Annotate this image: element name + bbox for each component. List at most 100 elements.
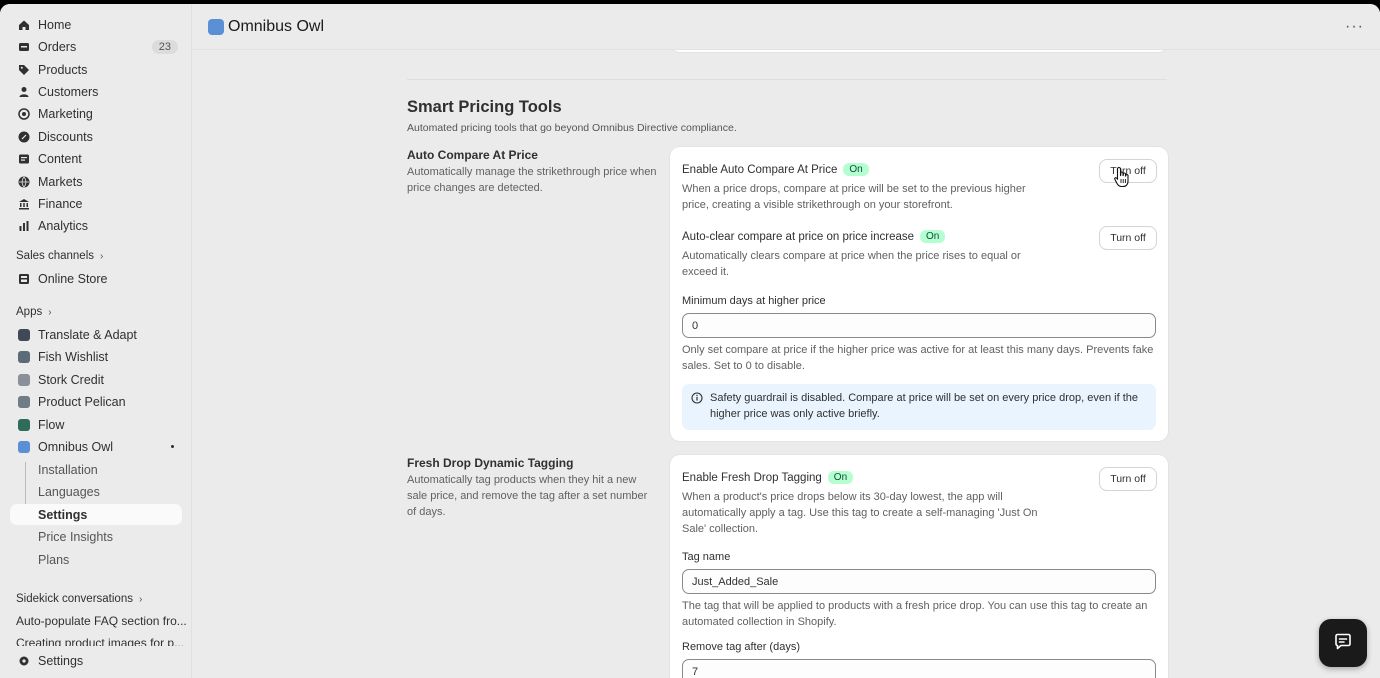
sidebar-item-markets[interactable]: Markets bbox=[10, 171, 182, 192]
subitem-label: Plans bbox=[38, 552, 70, 567]
chat-button[interactable] bbox=[1319, 619, 1367, 667]
sidebar-item-orders[interactable]: Orders 23 bbox=[10, 36, 182, 57]
fish-app-icon bbox=[18, 350, 30, 363]
sidebar-item-fish-wishlist[interactable]: Fish Wishlist bbox=[10, 346, 182, 367]
content-icon bbox=[18, 153, 30, 165]
sidebar-item-label: Product Pelican bbox=[38, 394, 126, 409]
sidebar-item-label: Analytics bbox=[38, 218, 89, 233]
enable-auto-compare-label: Enable Auto Compare At Price bbox=[682, 163, 838, 176]
autoclear-desc: Automatically clears compare at price wh… bbox=[682, 250, 1021, 278]
fresh-drop-card: Enable Fresh Drop Tagging On When a prod… bbox=[670, 455, 1168, 678]
sidebar-item-stork-credit[interactable]: Stork Credit bbox=[10, 369, 182, 390]
pelican-app-icon bbox=[18, 395, 30, 408]
chevron-right-icon: › bbox=[48, 306, 52, 318]
tag-name-help: The tag that will be applied to products… bbox=[682, 600, 1148, 628]
sidebar-item-product-pelican[interactable]: Product Pelican bbox=[10, 391, 182, 412]
ellipsis-icon[interactable]: ··· bbox=[1345, 18, 1364, 36]
sidebar-item-label: Stork Credit bbox=[38, 372, 104, 387]
safety-guardrail-banner: Safety guardrail is disabled. Compare at… bbox=[682, 384, 1156, 430]
sidebar-item-label: Products bbox=[38, 62, 88, 77]
sidebar-item-online-store[interactable]: Online Store bbox=[10, 268, 182, 289]
status-badge: On bbox=[827, 471, 854, 484]
sidekick-conversation-item[interactable]: Creating product images for p... bbox=[16, 636, 184, 646]
sidebar-subitem-plans[interactable]: Plans bbox=[10, 549, 182, 570]
sidebar-item-omnibus-owl[interactable]: Omnibus Owl bbox=[10, 436, 182, 457]
sales-channels-label: Sales channels bbox=[16, 250, 94, 262]
sidebar-item-label: Fish Wishlist bbox=[38, 349, 109, 364]
pin-dot-icon bbox=[171, 445, 174, 448]
enable-auto-compare-desc: When a price drops, compare at price wil… bbox=[682, 183, 1026, 211]
orders-count-badge: 23 bbox=[151, 39, 178, 54]
sidebar-item-label: Online Store bbox=[38, 271, 108, 286]
turn-off-fresh-drop-button[interactable]: Turn off bbox=[1100, 468, 1156, 490]
info-icon bbox=[691, 392, 703, 404]
store-icon bbox=[18, 273, 30, 285]
sidebar-subitem-price-insights[interactable]: Price Insights bbox=[10, 526, 182, 547]
sidebar-item-analytics[interactable]: Analytics bbox=[10, 215, 182, 236]
subitem-label: Settings bbox=[38, 507, 88, 522]
tag-name-input[interactable]: Just_Added_Sale bbox=[682, 569, 1156, 594]
sidebar-item-label: Orders bbox=[38, 39, 77, 54]
sidebar-item-customers[interactable]: Customers bbox=[10, 81, 182, 102]
auto-compare-desc: Automatically manage the strikethrough p… bbox=[407, 166, 657, 194]
enable-auto-compare-row: Enable Auto Compare At Price On bbox=[682, 163, 869, 176]
chevron-right-icon: › bbox=[100, 250, 104, 262]
main-content: Smart Pricing Tools Automated pricing to… bbox=[192, 4, 1380, 678]
subitem-label: Languages bbox=[38, 484, 100, 499]
tag-name-label: Tag name bbox=[682, 551, 731, 563]
chevron-right-icon: › bbox=[138, 593, 143, 605]
app-frame: Home Orders 23 Products Customers Market… bbox=[0, 4, 1380, 678]
remove-tag-label: Remove tag after (days) bbox=[682, 641, 800, 653]
sidebar-subitem-languages[interactable]: Languages bbox=[10, 481, 182, 502]
top-bar: Omnibus Owl ··· bbox=[192, 4, 1380, 50]
sidebar-item-label: Flow bbox=[38, 417, 65, 432]
auto-compare-title: Auto Compare At Price bbox=[407, 148, 538, 162]
chat-bubble-icon bbox=[1333, 632, 1353, 655]
fresh-drop-desc: Automatically tag products when they hit… bbox=[407, 474, 648, 518]
apps-label: Apps bbox=[16, 306, 43, 318]
sidebar-item-marketing[interactable]: Marketing bbox=[10, 103, 182, 124]
stork-app-icon bbox=[18, 373, 30, 386]
turn-off-autoclear-button[interactable]: Turn off bbox=[1100, 227, 1156, 249]
owl-app-icon bbox=[18, 440, 30, 453]
app-title: Omnibus Owl bbox=[228, 18, 325, 35]
sidekick-header[interactable]: Sidekick conversations › bbox=[16, 593, 142, 605]
apps-header[interactable]: Apps › bbox=[16, 306, 52, 318]
home-icon bbox=[18, 19, 30, 31]
section-subheading: Automated pricing tools that go beyond O… bbox=[407, 122, 737, 134]
autoclear-row: Auto-clear compare at price on price inc… bbox=[682, 230, 946, 243]
sidebar-item-discounts[interactable]: Discounts bbox=[10, 126, 182, 147]
sidebar-item-finance[interactable]: Finance bbox=[10, 193, 182, 214]
enable-fresh-drop-desc: When a product's price drops below its 3… bbox=[682, 491, 1038, 535]
status-badge: On bbox=[920, 230, 946, 243]
remove-tag-input[interactable]: 7 bbox=[682, 659, 1156, 678]
target-icon bbox=[18, 107, 30, 120]
min-days-label: Minimum days at higher price bbox=[682, 295, 826, 307]
sidebar-item-label: Finance bbox=[38, 196, 83, 211]
bank-icon bbox=[18, 198, 30, 210]
sidebar-item-label: Discounts bbox=[38, 129, 93, 144]
subitem-label: Price Insights bbox=[38, 529, 114, 544]
sidebar-item-label: Home bbox=[38, 17, 72, 32]
sidebar-item-products[interactable]: Products bbox=[10, 59, 182, 80]
auto-compare-card: Enable Auto Compare At Price On When a p… bbox=[670, 147, 1168, 441]
sidebar-item-translate-adapt[interactable]: Translate & Adapt bbox=[10, 324, 182, 345]
sidebar-subitem-settings[interactable]: Settings bbox=[10, 504, 182, 525]
sidekick-conversation-item[interactable]: Auto-populate FAQ section fro... bbox=[16, 614, 187, 628]
min-days-input[interactable]: 0 bbox=[682, 313, 1156, 338]
sidebar-item-content[interactable]: Content bbox=[10, 148, 182, 169]
section-divider bbox=[407, 79, 1167, 80]
enable-fresh-drop-label: Enable Fresh Drop Tagging bbox=[682, 471, 822, 484]
subitem-label: Installation bbox=[38, 462, 98, 477]
sidebar-subitem-installation[interactable]: Installation bbox=[10, 459, 182, 480]
section-heading: Smart Pricing Tools bbox=[407, 98, 562, 116]
sidebar-item-settings[interactable]: Settings bbox=[10, 650, 182, 671]
sidebar-item-label: Omnibus Owl bbox=[38, 439, 114, 454]
status-badge: On bbox=[843, 163, 869, 176]
sales-channels-header[interactable]: Sales channels › bbox=[16, 250, 103, 262]
sidebar-item-home[interactable]: Home bbox=[10, 14, 182, 35]
globe-icon bbox=[18, 176, 30, 188]
enable-fresh-drop-row: Enable Fresh Drop Tagging On bbox=[682, 471, 854, 484]
orders-icon bbox=[18, 41, 30, 53]
sidebar-item-flow[interactable]: Flow bbox=[10, 414, 182, 435]
